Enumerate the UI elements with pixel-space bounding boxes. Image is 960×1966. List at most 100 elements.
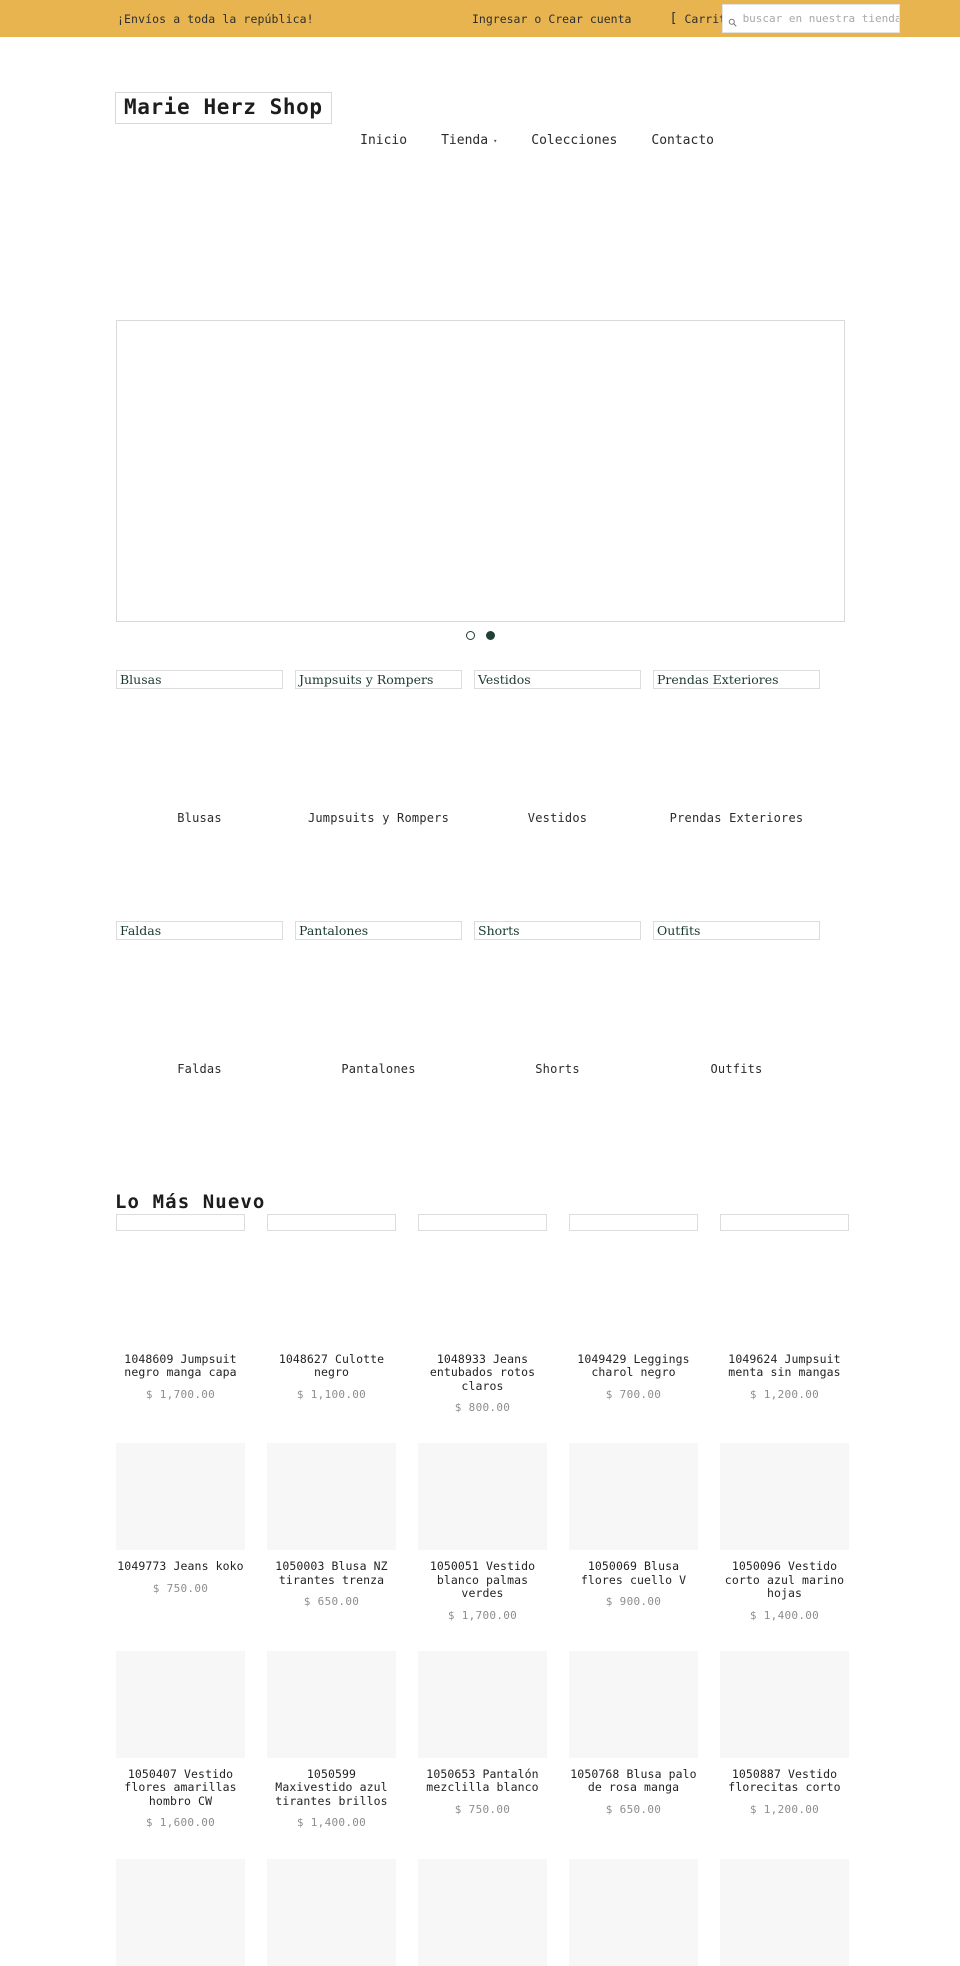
product-card[interactable] <box>569 1859 698 1966</box>
product-image <box>267 1650 396 1758</box>
collection-caption: Shorts <box>535 1062 580 1076</box>
hero-slide[interactable] <box>116 320 845 622</box>
product-title: 1049429 Leggings charol negro <box>577 1352 690 1380</box>
announcement-bar: ¡Envíos a toda la república! Ingresar o … <box>0 0 960 37</box>
product-card[interactable]: 1048933 Jeans entubados rotos claros $ 8… <box>418 1214 547 1414</box>
nav-item-inicio[interactable]: Inicio <box>360 133 407 148</box>
product-image <box>418 1443 547 1551</box>
collection-card-jumpsuits-y-rompers[interactable]: Jumpsuits y Rompers Jumpsuits y Rompers <box>295 670 462 827</box>
product-card[interactable]: 1049429 Leggings charol negro $ 700.00 <box>569 1214 698 1414</box>
product-card[interactable]: 1050768 Blusa palo de rosa manga $ 650.0… <box>569 1650 698 1829</box>
product-price: $ 900.00 <box>605 1595 662 1609</box>
product-card[interactable]: 1050051 Vestido blanco palmas verdes $ 1… <box>418 1443 547 1622</box>
product-price: $ 800.00 <box>454 1401 511 1415</box>
search-input[interactable] <box>742 5 899 32</box>
product-price: $ 1,200.00 <box>749 1802 820 1816</box>
collection-caption: Blusas <box>177 811 222 825</box>
hero-pagination <box>116 631 845 640</box>
collection-card-pantalones[interactable]: Pantalones Pantalones <box>295 921 462 1078</box>
nav-item-colecciones[interactable]: Colecciones <box>531 133 617 148</box>
collection-card-vestidos[interactable]: Vestidos Vestidos <box>474 670 641 827</box>
collection-caption: Jumpsuits y Rompers <box>307 811 450 825</box>
product-image <box>569 1650 698 1758</box>
product-title: 1050599 Maxivestido azul tirantes brillo… <box>275 1766 388 1808</box>
product-image <box>116 1859 245 1966</box>
product-title: 1050069 Blusa flores cuello V <box>580 1559 687 1587</box>
page-title: Lo Más Nuevo <box>115 1190 266 1213</box>
chevron-down-icon: ▾ <box>493 137 498 145</box>
collection-card-outfits[interactable]: Outfits Outfits <box>653 921 820 1078</box>
product-card[interactable] <box>720 1859 849 1966</box>
product-image <box>720 1443 849 1551</box>
login-link[interactable]: Ingresar <box>472 12 527 26</box>
product-card[interactable]: 1050096 Vestido corto azul marino hojas … <box>720 1443 849 1622</box>
collection-image-alt: Pantalones <box>295 921 462 940</box>
product-card[interactable]: 1050599 Maxivestido azul tirantes brillo… <box>267 1650 396 1830</box>
product-row-4 <box>116 1859 852 1966</box>
hero-dot-1[interactable] <box>466 631 475 640</box>
auth-separator: o <box>534 11 542 26</box>
product-image <box>418 1214 547 1231</box>
nav-label: Tienda <box>441 133 489 148</box>
product-price: $ 650.00 <box>605 1802 662 1816</box>
collection-card-faldas[interactable]: Faldas Faldas <box>116 921 283 1078</box>
collection-caption: Faldas <box>177 1062 222 1076</box>
product-title: 1050768 Blusa palo de rosa manga <box>570 1766 697 1795</box>
announcement-message: ¡Envíos a toda la república! <box>117 11 314 26</box>
product-card[interactable]: 1050653 Pantalón mezclilla blanco $ 750.… <box>418 1650 547 1829</box>
nav-item-contacto[interactable]: Contacto <box>651 133 714 148</box>
product-card[interactable]: 1050069 Blusa flores cuello V $ 900.00 <box>569 1443 698 1621</box>
product-title: 1048933 Jeans entubados rotos claros <box>429 1352 536 1393</box>
product-image <box>116 1443 245 1551</box>
product-image <box>116 1214 245 1231</box>
product-title: 1048627 Culotte negro <box>278 1352 385 1380</box>
product-card[interactable]: 1048627 Culotte negro $ 1,100.00 <box>267 1214 396 1414</box>
product-card[interactable] <box>116 1859 245 1966</box>
nav-label: Contacto <box>651 133 714 148</box>
product-card[interactable] <box>267 1859 396 1966</box>
product-title: 1050003 Blusa NZ tirantes trenza <box>275 1559 388 1587</box>
main-navigation: Inicio Tienda ▾ Colecciones Contacto <box>360 133 714 148</box>
create-account-link[interactable]: Crear cuenta <box>548 12 631 26</box>
product-grid: 1048609 Jumpsuit negro manga capa $ 1,70… <box>116 1214 852 1966</box>
product-card[interactable]: 1049624 Jumpsuit menta sin mangas $ 1,20… <box>720 1214 849 1414</box>
product-card[interactable]: 1050003 Blusa NZ tirantes trenza $ 650.0… <box>267 1443 396 1621</box>
product-price: $ 1,200.00 <box>749 1387 820 1401</box>
product-image <box>720 1859 849 1966</box>
product-title: 1048609 Jumpsuit negro manga capa <box>124 1352 237 1380</box>
product-image <box>569 1443 698 1551</box>
collection-image-alt: Outfits <box>653 921 820 940</box>
collection-card-shorts[interactable]: Shorts Shorts <box>474 921 641 1078</box>
nav-label: Inicio <box>360 133 408 148</box>
product-card[interactable] <box>418 1859 547 1966</box>
search-box[interactable] <box>722 4 900 33</box>
collection-image-alt: Vestidos <box>474 670 641 689</box>
collection-caption: Pantalones <box>341 1062 416 1076</box>
product-price: $ 1,400.00 <box>296 1816 367 1830</box>
nav-item-tienda[interactable]: Tienda ▾ <box>441 133 497 148</box>
product-title: 1050407 Vestido flores amarillas hombro … <box>124 1766 237 1808</box>
account-links: Ingresar o Crear cuenta [ Carrito <box>472 12 733 26</box>
collection-card-blusas[interactable]: Blusas Blusas <box>116 670 283 827</box>
product-row-2: 1049773 Jeans koko $ 750.00 1050003 Blus… <box>116 1443 852 1622</box>
product-image <box>418 1859 547 1966</box>
product-image <box>267 1443 396 1551</box>
product-price: $ 650.00 <box>303 1595 360 1609</box>
product-image <box>720 1650 849 1758</box>
product-card[interactable]: 1050887 Vestido florecitas corto $ 1,200… <box>720 1650 849 1829</box>
collection-caption: Vestidos <box>527 811 588 825</box>
product-card[interactable]: 1050407 Vestido flores amarillas hombro … <box>116 1650 245 1829</box>
product-card[interactable]: 1048609 Jumpsuit negro manga capa $ 1,70… <box>116 1214 245 1414</box>
product-title: 1049773 Jeans koko <box>117 1559 244 1574</box>
product-price: $ 1,400.00 <box>749 1608 820 1622</box>
nav-label: Colecciones <box>531 133 618 148</box>
product-row-3: 1050407 Vestido flores amarillas hombro … <box>116 1650 852 1830</box>
product-image <box>569 1859 698 1966</box>
hero-dot-2[interactable] <box>486 631 495 640</box>
product-card[interactable]: 1049773 Jeans koko $ 750.00 <box>116 1443 245 1621</box>
site-logo[interactable]: Marie Herz Shop <box>115 92 332 125</box>
collection-image-alt: Blusas <box>116 670 283 689</box>
product-row-1: 1048609 Jumpsuit negro manga capa $ 1,70… <box>116 1214 852 1414</box>
product-title: 1049624 Jumpsuit menta sin mangas <box>728 1352 841 1380</box>
collection-card-prendas-exteriores[interactable]: Prendas Exteriores Prendas Exteriores <box>653 670 820 827</box>
